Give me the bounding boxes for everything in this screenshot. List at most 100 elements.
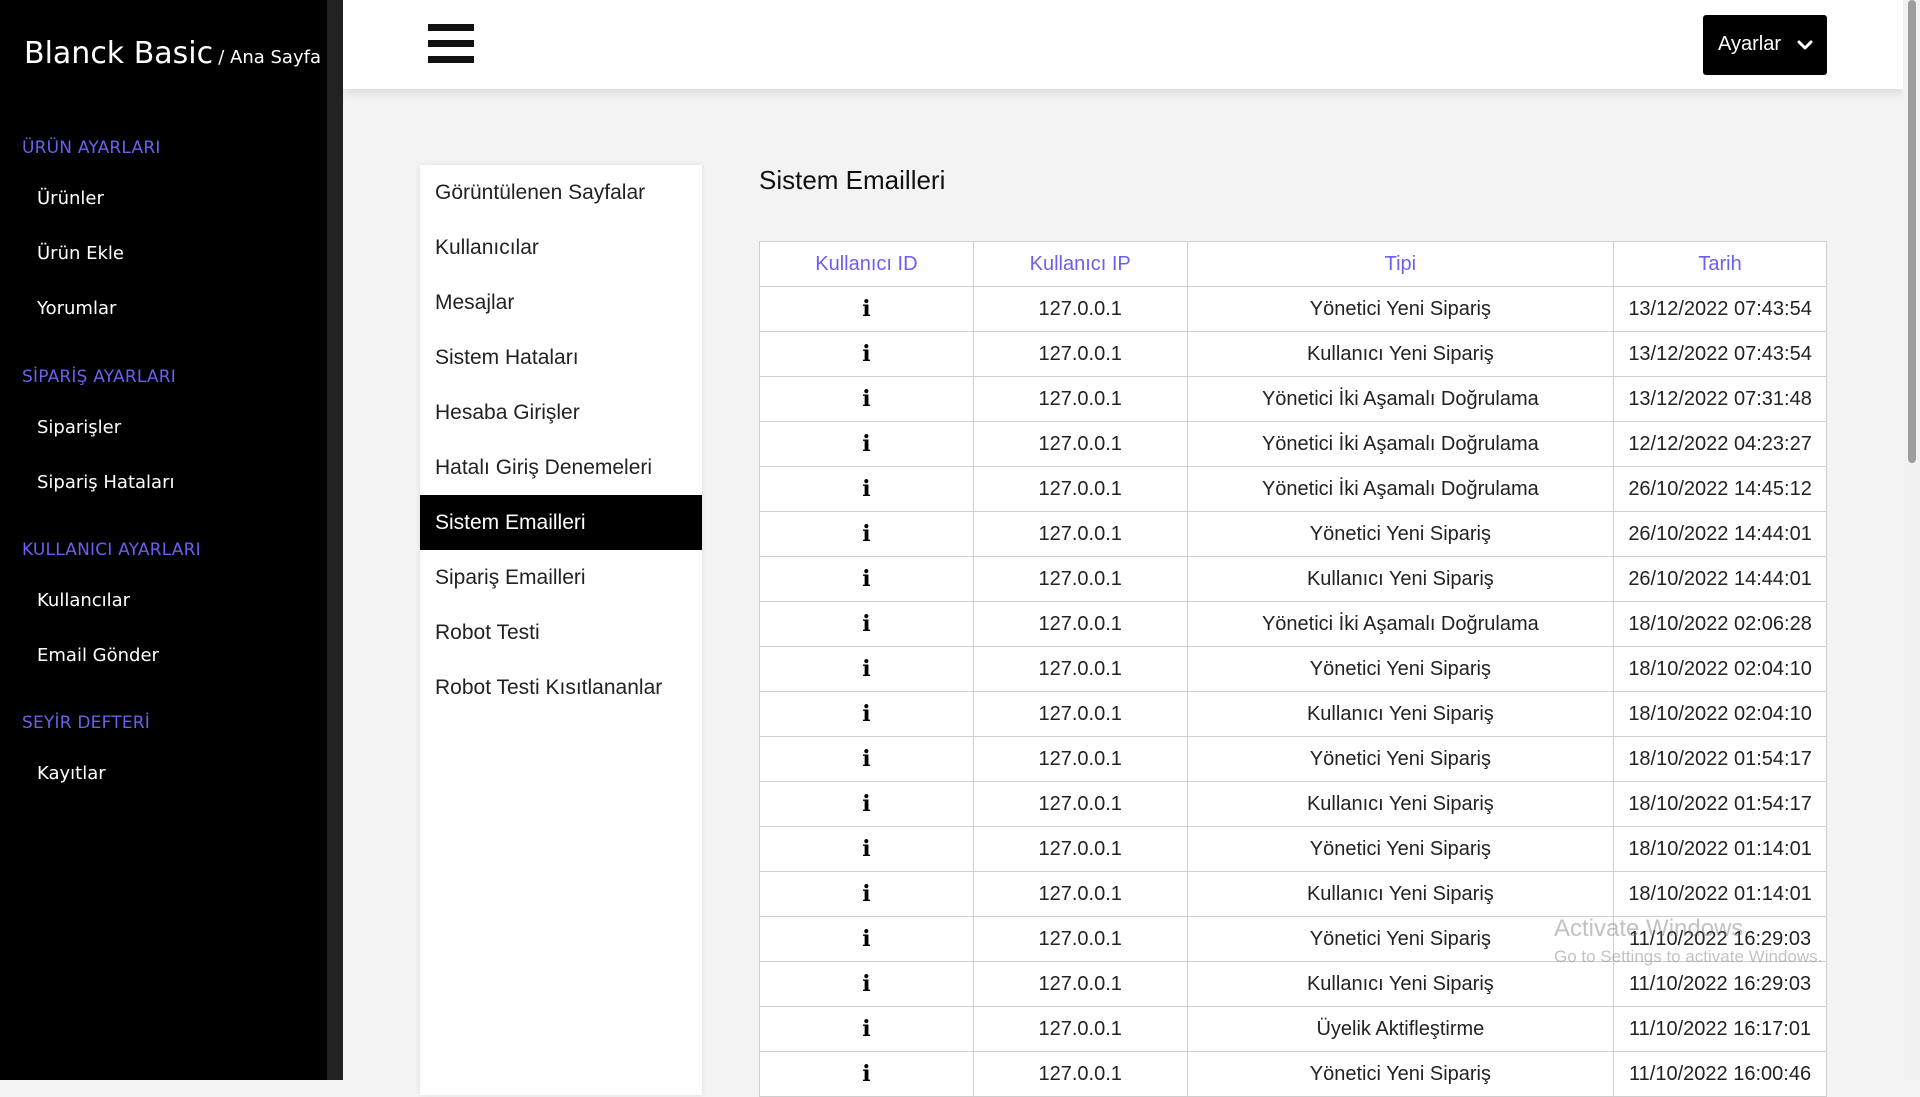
column-header-user-id[interactable]: Kullanıcı ID [759, 241, 974, 287]
sidebar-group-siparis-ayarlari: SİPARİŞ AYARLARI [22, 367, 176, 387]
page-scrollbar[interactable] [1903, 0, 1920, 1080]
table-cell-type: Üyelik Aktifleştirme [1186, 1006, 1615, 1052]
table-row: i 127.0.0.1 Kullanıcı Yeni Sipariş 18/10/20… [759, 871, 1827, 917]
brand-title[interactable]: Blanck Basic [24, 36, 213, 71]
hamburger-icon[interactable] [428, 24, 476, 64]
table-row: i 127.0.0.1 Yönetici İki Aşamalı Doğrulama… [759, 466, 1827, 512]
table-cell-ip: 127.0.0.1 [972, 916, 1188, 962]
table-row: i 127.0.0.1 Kullanıcı Yeni Sipariş 13/12/20… [759, 331, 1827, 377]
table-cell-ip: 127.0.0.1 [972, 646, 1188, 692]
info-icon[interactable]: i [759, 961, 974, 1007]
subnav-item-robot-testi-kisitlananlar[interactable]: Robot Testi Kısıtlananlar [420, 660, 702, 715]
info-icon[interactable]: i [759, 331, 974, 377]
table-cell-ip: 127.0.0.1 [972, 286, 1188, 332]
info-icon[interactable]: i [759, 736, 974, 782]
table-cell-type: Yönetici Yeni Sipariş [1186, 511, 1615, 557]
subnav-item-mesajlar[interactable]: Mesajlar [420, 275, 702, 330]
table-cell-ip: 127.0.0.1 [972, 331, 1188, 377]
breadcrumb[interactable]: / Ana Sayfa [218, 47, 321, 68]
subnav-item-sistem-emailleri[interactable]: Sistem Emailleri [420, 495, 702, 550]
table-cell-type: Yönetici İki Aşamalı Doğrulama [1186, 376, 1615, 422]
table-cell-ip: 127.0.0.1 [972, 961, 1188, 1007]
table-row: i 127.0.0.1 Yönetici Yeni Sipariş 18/10/202… [759, 826, 1827, 872]
info-icon[interactable]: i [759, 871, 974, 917]
table-cell-date: 18/10/2022 02:04:10 [1613, 646, 1827, 692]
table-row: i 127.0.0.1 Kullanıcı Yeni Sipariş 11/10/20… [759, 961, 1827, 1007]
table-cell-date: 18/10/2022 01:54:17 [1613, 736, 1827, 782]
table-cell-type: Yönetici Yeni Sipariş [1186, 826, 1615, 872]
sidebar-item-siparis-hatalari[interactable]: Sipariş Hataları [37, 472, 174, 493]
info-icon[interactable]: i [759, 286, 974, 332]
info-icon[interactable]: i [759, 691, 974, 737]
table-row: i 127.0.0.1 Yönetici Yeni Sipariş 11/10/202… [759, 1051, 1827, 1097]
info-icon[interactable]: i [759, 1006, 974, 1052]
table-cell-date: 18/10/2022 01:14:01 [1613, 871, 1827, 917]
watermark-title: Activate Windows [1554, 915, 1744, 942]
table-row: i 127.0.0.1 Yönetici Yeni Sipariş 18/10/202… [759, 646, 1827, 692]
sidebar-group-seyir-defteri: SEYİR DEFTERİ [22, 713, 151, 733]
info-icon[interactable]: i [759, 511, 974, 557]
page-title: Sistem Emailleri [759, 165, 946, 195]
table-cell-type: Yönetici İki Aşamalı Doğrulama [1186, 466, 1615, 512]
column-header-user-ip[interactable]: Kullanıcı IP [972, 241, 1188, 287]
info-icon[interactable]: i [759, 781, 974, 827]
table-cell-type: Kullanıcı Yeni Sipariş [1186, 691, 1615, 737]
table-cell-date: 12/12/2022 04:23:27 [1613, 421, 1827, 467]
table-row: i 127.0.0.1 Yönetici Yeni Sipariş 18/10/202… [759, 736, 1827, 782]
sidebar-item-email-gonder[interactable]: Email Gönder [37, 645, 159, 666]
scrollbar-thumb[interactable] [1908, 0, 1916, 463]
table-row: i 127.0.0.1 Yönetici Yeni Sipariş 26/10/202… [759, 511, 1827, 557]
info-icon[interactable]: i [759, 421, 974, 467]
info-icon[interactable]: i [759, 556, 974, 602]
subnav-item-robot-testi[interactable]: Robot Testi [420, 605, 702, 660]
table-row: i 127.0.0.1 Yönetici Yeni Sipariş 13/12/202… [759, 286, 1827, 332]
table-cell-type: Yönetici Yeni Sipariş [1186, 286, 1615, 332]
table-row: i 127.0.0.1 Kullanıcı Yeni Sipariş 26/10/20… [759, 556, 1827, 602]
info-icon[interactable]: i [759, 466, 974, 512]
table-cell-type: Yönetici Yeni Sipariş [1186, 1051, 1615, 1097]
log-submenu: Görüntülenen Sayfalar Kullanıcılar Mesaj… [420, 165, 702, 1095]
table-cell-ip: 127.0.0.1 [972, 556, 1188, 602]
sidebar-group-urun-ayarlari: ÜRÜN AYARLARI [22, 138, 161, 158]
info-icon[interactable]: i [759, 916, 974, 962]
table-cell-date: 26/10/2022 14:44:01 [1613, 511, 1827, 557]
settings-dropdown-button[interactable]: Ayarlar [1703, 15, 1827, 75]
table-cell-type: Yönetici Yeni Sipariş [1186, 646, 1615, 692]
subnav-item-kullanicilar[interactable]: Kullanıcılar [420, 220, 702, 275]
info-icon[interactable]: i [759, 601, 974, 647]
info-icon[interactable]: i [759, 646, 974, 692]
table-cell-ip: 127.0.0.1 [972, 736, 1188, 782]
subnav-item-hesaba-girisler[interactable]: Hesaba Girişler [420, 385, 702, 440]
table-cell-date: 13/12/2022 07:43:54 [1613, 286, 1827, 332]
table-cell-date: 13/12/2022 07:43:54 [1613, 331, 1827, 377]
sidebar-item-yorumlar[interactable]: Yorumlar [37, 298, 116, 319]
table-cell-ip: 127.0.0.1 [972, 421, 1188, 467]
table-cell-date: 18/10/2022 01:54:17 [1613, 781, 1827, 827]
column-header-date[interactable]: Tarih [1613, 241, 1827, 287]
sidebar-item-urunler[interactable]: Ürünler [37, 188, 104, 209]
subnav-item-goruntulenen-sayfalar[interactable]: Görüntülenen Sayfalar [420, 165, 702, 220]
table-cell-ip: 127.0.0.1 [972, 871, 1188, 917]
sidebar-group-kullanici-ayarlari: KULLANICI AYARLARI [22, 540, 201, 560]
column-header-type[interactable]: Tipi [1186, 241, 1615, 287]
info-icon[interactable]: i [759, 826, 974, 872]
table-row: i 127.0.0.1 Yönetici İki Aşamalı Doğrulama… [759, 421, 1827, 467]
table-cell-date: 11/10/2022 16:00:46 [1613, 1051, 1827, 1097]
table-cell-type: Kullanıcı Yeni Sipariş [1186, 331, 1615, 377]
sidebar-item-siparisler[interactable]: Siparişler [37, 417, 121, 438]
subnav-item-siparis-emailleri[interactable]: Sipariş Emailleri [420, 550, 702, 605]
table-cell-date: 11/10/2022 16:29:03 [1613, 961, 1827, 1007]
sidebar-item-urun-ekle[interactable]: Ürün Ekle [37, 243, 124, 264]
subnav-item-hatali-giris-denemeleri[interactable]: Hatalı Giriş Denemeleri [420, 440, 702, 495]
info-icon[interactable]: i [759, 1051, 974, 1097]
sidebar-item-kayitlar[interactable]: Kayıtlar [37, 763, 106, 784]
table-row: i 127.0.0.1 Kullanıcı Yeni Sipariş 18/10/20… [759, 781, 1827, 827]
table-cell-date: 26/10/2022 14:44:01 [1613, 556, 1827, 602]
sidebar-item-kullancilar[interactable]: Kullancılar [37, 590, 130, 611]
subnav-item-sistem-hatalari[interactable]: Sistem Hataları [420, 330, 702, 385]
brand[interactable]: Blanck Basic / Ana Sayfa [24, 36, 321, 71]
table-cell-type: Yönetici İki Aşamalı Doğrulama [1186, 601, 1615, 647]
info-icon[interactable]: i [759, 376, 974, 422]
table-cell-type: Yönetici Yeni Sipariş [1186, 736, 1615, 782]
table-row: i 127.0.0.1 Yönetici İki Aşamalı Doğrulama… [759, 376, 1827, 422]
